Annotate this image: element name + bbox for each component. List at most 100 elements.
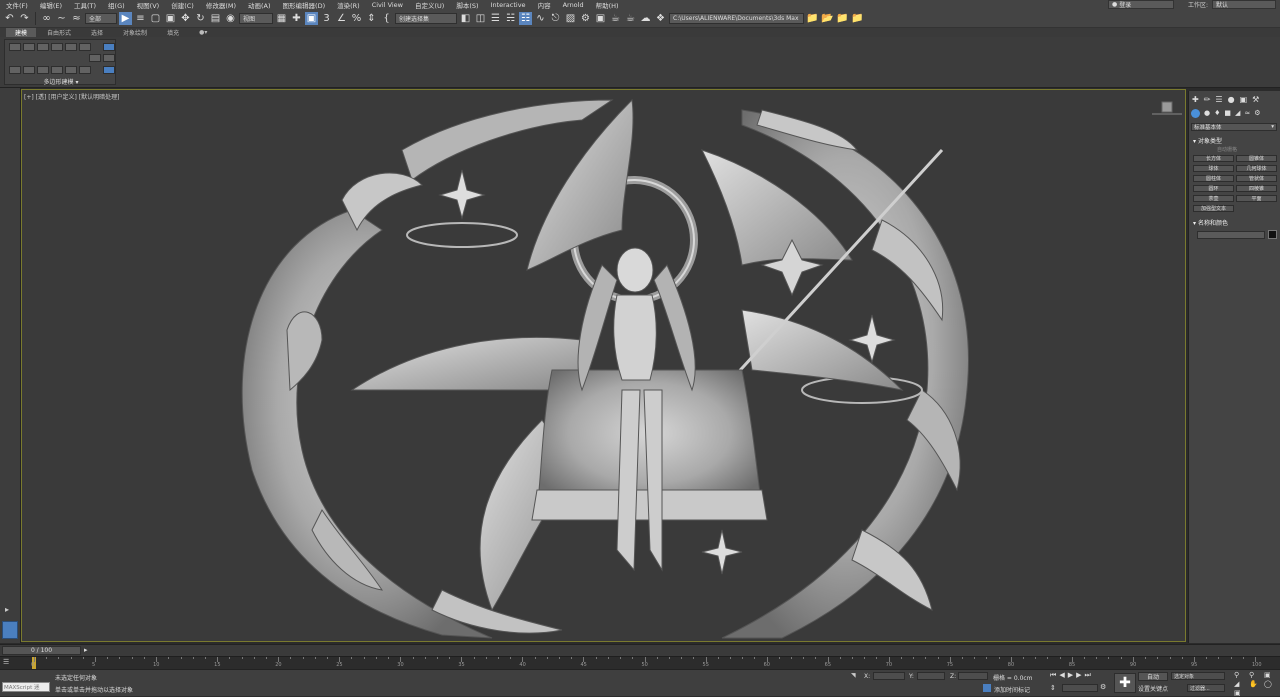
add-time-tag-icon[interactable] (983, 684, 991, 692)
cone-button[interactable]: 圆锥体 (1236, 155, 1277, 162)
select-by-name-icon[interactable]: ≡ (134, 12, 147, 25)
material-editor-icon[interactable]: ▨ (564, 12, 577, 25)
ribbon-button[interactable] (51, 66, 63, 74)
shapes-icon[interactable]: ● (1204, 109, 1210, 118)
tab-populate[interactable]: 填充 (158, 28, 188, 37)
unlink-icon[interactable]: ∼ (55, 12, 68, 25)
viewport-layout-icon[interactable] (2, 621, 18, 639)
ribbon-options-icon[interactable]: ●▾ (190, 29, 216, 36)
menu-civil-view[interactable]: Civil View (366, 1, 409, 9)
ribbon-button[interactable] (79, 43, 91, 51)
ribbon-panel-label[interactable]: 多边形建模 ▾ (5, 77, 117, 86)
track-bar[interactable]: ☰ 0 5 10 15 20 25 30 35 40 45 50 55 60 65 70 75 80 85 90 95… (0, 656, 1280, 670)
spinner-snap-icon[interactable]: ⇕ (365, 12, 378, 25)
percent-snap-icon[interactable]: % (350, 12, 363, 25)
ribbon-button[interactable] (37, 66, 49, 74)
current-frame-field[interactable] (1062, 684, 1098, 692)
go-to-end-icon[interactable]: ⏭ (1084, 671, 1090, 680)
menu-interactive[interactable]: Interactive (485, 1, 532, 9)
track-bar-menu-icon[interactable]: ☰ (3, 658, 9, 666)
transform-icon[interactable]: ◥ (851, 672, 856, 679)
helpers-icon[interactable]: ◢ (1235, 109, 1240, 118)
z-coord-field[interactable] (958, 672, 988, 680)
time-slider-thumb[interactable]: 0 / 100 (2, 646, 81, 655)
rendered-frame-window-icon[interactable]: ▣ (594, 12, 607, 25)
render-production-icon[interactable]: ☕ (609, 12, 622, 25)
schematic-view-icon[interactable]: ⎋ (549, 12, 562, 25)
keyboard-shortcut-override-icon[interactable]: ▣ (305, 11, 318, 25)
auto-key-button[interactable]: 自动 (1138, 672, 1168, 681)
move-icon[interactable]: ✥ (179, 12, 192, 25)
utilities-tab-icon[interactable]: ⚒ (1252, 95, 1259, 104)
orbit-icon[interactable]: ◯ (1264, 680, 1278, 688)
rotate-icon[interactable]: ↻ (194, 12, 207, 25)
next-frame-icon[interactable]: ▶ (1076, 671, 1081, 680)
display-tab-icon[interactable]: ▣ (1240, 95, 1248, 104)
manipulate-icon[interactable]: ✚ (290, 12, 303, 25)
ribbon-button[interactable] (103, 54, 115, 62)
project-path-dropdown[interactable]: C:\Users\ALIENWARE\Documents\3ds Max 202… (669, 12, 804, 24)
set-key-button[interactable]: 设置关键点 (1138, 684, 1168, 693)
ribbon-button[interactable] (23, 66, 35, 74)
pan-icon[interactable]: ✋ (1249, 680, 1263, 688)
cylinder-button[interactable]: 圆柱体 (1193, 175, 1234, 182)
time-configuration-icon[interactable]: ⚙ (1100, 683, 1106, 691)
toggle-ribbon-icon[interactable]: ☷ (519, 11, 532, 25)
key-mode-toggle-icon[interactable]: ⇕ (1050, 684, 1056, 692)
object-type-rollout[interactable]: ▾ 对象类型 (1193, 136, 1222, 145)
lights-icon[interactable]: ♦ (1214, 109, 1220, 118)
scale-icon[interactable]: ▤ (209, 12, 222, 25)
key-filters-button[interactable]: 过滤器... (1187, 684, 1225, 692)
spacewarps-icon[interactable]: ≈ (1244, 109, 1250, 118)
login-dropdown[interactable]: ● 登录 (1107, 0, 1174, 9)
project-folder-icon[interactable]: 📁 (806, 12, 819, 25)
tube-button[interactable]: 管状体 (1236, 175, 1277, 182)
geometry-icon[interactable] (1191, 109, 1200, 118)
geosphere-button[interactable]: 几何球体 (1236, 165, 1277, 172)
toggle-layer-explorer-icon[interactable]: ☵ (504, 12, 517, 25)
render-setup-icon[interactable]: ⚙ (579, 12, 592, 25)
menu-arnold[interactable]: Arnold (557, 1, 590, 9)
render-iterative-icon[interactable]: ☕ (624, 12, 637, 25)
maxscript-listener[interactable]: MAXScript 迷 (2, 682, 50, 692)
selected-object-dropdown[interactable]: 选定对象 (1171, 672, 1225, 680)
box-button[interactable]: 长方体 (1193, 155, 1234, 162)
set-key-big-icon[interactable]: ✚ (1114, 673, 1136, 693)
sphere-button[interactable]: 球体 (1193, 165, 1234, 172)
mirror-icon[interactable]: ◧ (459, 12, 472, 25)
cameras-icon[interactable]: ■ (1224, 109, 1231, 118)
torus-button[interactable]: 圆环 (1193, 185, 1234, 192)
project-settings-icon[interactable]: 📁 (851, 12, 864, 25)
expand-arrow-icon[interactable]: ▸ (5, 605, 9, 614)
create-tab-icon[interactable]: ✚ (1192, 95, 1199, 104)
zoom-extents-icon[interactable]: ▣ (1264, 671, 1278, 679)
workspace-dropdown[interactable]: 默认 (1212, 0, 1276, 9)
placement-icon[interactable]: ◉ (224, 12, 237, 25)
snaps-toggle-icon[interactable]: 3 (320, 12, 333, 25)
select-object-icon[interactable]: ▶ (119, 11, 132, 25)
align-icon[interactable]: ◫ (474, 12, 487, 25)
hierarchy-tab-icon[interactable]: ☰ (1215, 95, 1222, 104)
ribbon-button[interactable] (51, 43, 63, 51)
ribbon-button-active[interactable] (103, 43, 115, 51)
ribbon-button[interactable] (9, 66, 21, 74)
bind-spacewarp-icon[interactable]: ≈ (70, 12, 83, 25)
maximize-viewport-icon[interactable]: ▣ (1234, 689, 1248, 697)
tab-object-paint[interactable]: 对象绘制 (114, 28, 156, 37)
ribbon-button[interactable] (89, 54, 101, 62)
modify-tab-icon[interactable]: ✏ (1204, 95, 1211, 104)
category-dropdown[interactable]: 标准基本体 ▾ (1191, 123, 1277, 131)
previous-frame-icon[interactable]: ◀ (1059, 671, 1064, 680)
ribbon-button[interactable] (65, 43, 77, 51)
plane-button[interactable]: 平面 (1236, 195, 1277, 202)
render-shortcuts-icon[interactable]: ❖ (654, 12, 667, 25)
render-online-icon[interactable]: ☁ (639, 12, 652, 25)
angle-snap-icon[interactable]: ∠ (335, 12, 348, 25)
ribbon-button[interactable] (65, 66, 77, 74)
window-crossing-icon[interactable]: ▣ (164, 12, 177, 25)
y-coord-field[interactable] (917, 672, 945, 680)
link-icon[interactable]: ∞ (40, 12, 53, 25)
tab-selection[interactable]: 选择 (82, 28, 112, 37)
pyramid-button[interactable]: 四棱锥 (1236, 185, 1277, 192)
name-color-rollout[interactable]: ▾ 名称和颜色 (1193, 218, 1228, 227)
